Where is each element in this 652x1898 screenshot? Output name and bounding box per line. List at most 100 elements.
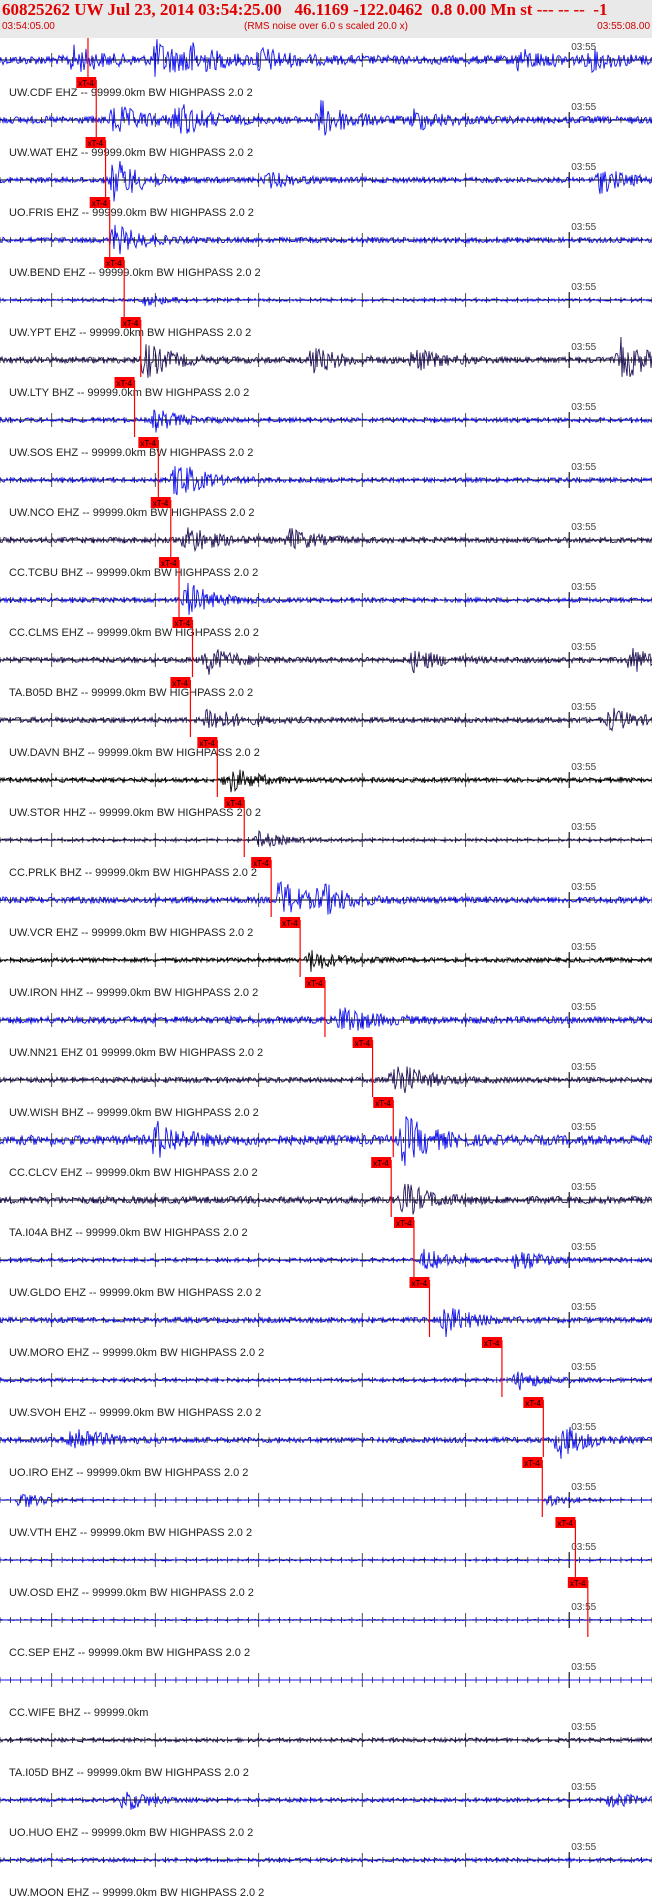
station-label: CC.PRLK BHZ -- 99999.0km BW HIGHPASS 2.0… — [9, 867, 257, 879]
pick-label: xT-4 — [199, 739, 215, 748]
waveform — [0, 950, 652, 972]
station-label: CC.SEP EHZ -- 99999.0km BW HIGHPASS 2.0 … — [9, 1647, 250, 1659]
waveform — [0, 336, 652, 378]
pick-label: xT-4 — [161, 559, 177, 568]
waveform — [0, 769, 652, 793]
pick-label: xT-4 — [92, 199, 108, 208]
pick-label: xT-4 — [484, 1339, 500, 1348]
pick-label: xT-4 — [411, 1279, 427, 1288]
station-label: UW.STOR HHZ -- 99999.0km BW HIGHPASS 2.0… — [9, 807, 261, 819]
pick-label: xT-4 — [106, 259, 122, 268]
time-tick-label: 03:55 — [571, 342, 596, 353]
station-label: TA.I05D BHZ -- 99999.0km BW HIGHPASS 2.0… — [9, 1767, 249, 1779]
time-tick-label: 03:55 — [571, 882, 596, 893]
waveform — [0, 39, 652, 77]
pick-label: xT-4 — [226, 799, 242, 808]
time-tick-label: 03:55 — [571, 1002, 596, 1013]
station-label: UW.BEND EHZ -- 99999.0km BW HIGHPASS 2.0… — [9, 267, 261, 279]
pick-label: xT-4 — [557, 1519, 573, 1528]
trace-row: 03:55 CC.WIFE BHZ -- 99999.0km — [0, 1662, 652, 1719]
time-tick-label: 03:55 — [571, 1842, 596, 1853]
station-label: UW.LTY BHZ -- 99999.0km BW HIGHPASS 2.0 … — [9, 387, 249, 399]
pick-label: xT-4 — [78, 79, 94, 88]
time-tick-label: 03:55 — [571, 642, 596, 653]
time-tick-label: 03:55 — [571, 702, 596, 713]
waveform — [0, 161, 652, 202]
trace-row: 03:55 UW.MOON EHZ -- 99999.0km BW HIGHPAS… — [0, 1842, 652, 1898]
pick-label: xT-4 — [570, 1579, 586, 1588]
time-tick-label: 03:55 — [571, 102, 596, 113]
time-tick-label: 03:55 — [571, 222, 596, 233]
time-tick-label: 03:55 — [571, 1182, 596, 1193]
time-tick-label: 03:55 — [571, 282, 596, 293]
time-tick-label: 03:55 — [571, 522, 596, 533]
waveform — [0, 880, 652, 915]
waveform — [0, 1371, 652, 1391]
pick-label: xT-4 — [307, 979, 323, 988]
station-label: UW.CDF EHZ -- 99999.0km BW HIGHPASS 2.0 … — [9, 87, 253, 99]
time-tick-label: 03:55 — [571, 822, 596, 833]
time-tick-label: 03:55 — [571, 1362, 596, 1373]
station-label: UW.WAT EHZ -- 99999.0km BW HIGHPASS 2.0 … — [9, 147, 253, 159]
waveform — [0, 1426, 652, 1459]
waveform — [0, 1007, 652, 1031]
station-label: CC.WIFE BHZ -- 99999.0km — [9, 1707, 148, 1719]
pick-label: xT-4 — [88, 139, 104, 148]
waveform — [0, 1308, 652, 1338]
station-label: CC.CLCV EHZ -- 99999.0km BW HIGHPASS 2.0… — [9, 1167, 258, 1179]
station-label: UW.MORO EHZ -- 99999.0km BW HIGHPASS 2.0… — [9, 1347, 264, 1359]
station-label: UW.NN21 EHZ 01 99999.0km BW HIGHPASS 2.0… — [9, 1047, 263, 1059]
seismogram-plot: 03:55 UW.CDF EHZ -- 99999.0km BW HIGHPASS… — [0, 38, 652, 1898]
pick-label: xT-4 — [153, 499, 169, 508]
station-label: CC.CLMS EHZ -- 99999.0km BW HIGHPASS 2.0… — [9, 627, 259, 639]
record-header: 60825262 UW Jul 23, 2014 03:54:25.00 46.… — [0, 0, 652, 38]
waveform — [0, 830, 652, 848]
time-tick-label: 03:55 — [571, 762, 596, 773]
waveform — [0, 466, 652, 496]
station-label: UW.NCO EHZ -- 99999.0km BW HIGHPASS 2.0 … — [9, 507, 255, 519]
pick-label: xT-4 — [123, 319, 139, 328]
time-tick-label: 03:55 — [571, 1602, 596, 1613]
waveform — [0, 100, 652, 136]
station-label: UW.DAVN BHZ -- 99999.0km BW HIGHPASS 2.0… — [9, 747, 260, 759]
time-tick-label: 03:55 — [571, 1722, 596, 1733]
trace-row: 03:55 UW.CDF EHZ -- 99999.0km BW HIGHPASS… — [0, 38, 652, 99]
waveform — [0, 527, 652, 553]
station-label: UW.VTH EHZ -- 99999.0km BW HIGHPASS 2.0 … — [9, 1527, 252, 1539]
station-label: UW.IRON HHZ -- 99999.0km BW HIGHPASS 2.0… — [9, 987, 258, 999]
waveform — [0, 1493, 652, 1508]
station-label: UO.IRO EHZ -- 99999.0km BW HIGHPASS 2.0 … — [9, 1467, 248, 1479]
event-title: 60825262 UW Jul 23, 2014 03:54:25.00 46.… — [2, 0, 608, 19]
time-tick-label: 03:55 — [571, 1122, 596, 1133]
waveform — [0, 1791, 652, 1810]
trace-row: 03:55 UO.HUO EHZ -- 99999.0km BW HIGHPASS… — [0, 1782, 652, 1839]
station-label: UW.VCR EHZ -- 99999.0km BW HIGHPASS 2.0 … — [9, 927, 253, 939]
time-tick-label: 03:55 — [571, 1062, 596, 1073]
time-tick-label: 03:55 — [571, 1482, 596, 1493]
time-tick-label: 03:55 — [571, 1662, 596, 1673]
trace-row: 03:55 TA.I05D BHZ -- 99999.0km BW HIGHPAS… — [0, 1722, 652, 1779]
station-label: UW.SVOH EHZ -- 99999.0km BW HIGHPASS 2.0… — [9, 1407, 261, 1419]
station-label: UW.GLDO EHZ -- 99999.0km BW HIGHPASS 2.0… — [9, 1287, 261, 1299]
time-tick-label: 03:55 — [571, 42, 596, 53]
time-tick-label: 03:55 — [571, 1242, 596, 1253]
time-tick-label: 03:55 — [571, 582, 596, 593]
station-label: UW.YPT EHZ -- 99999.0km BW HIGHPASS 2.0 … — [9, 327, 251, 339]
waveform — [0, 582, 652, 615]
pick-label: xT-4 — [396, 1219, 412, 1228]
pick-label: xT-4 — [525, 1399, 541, 1408]
station-label: UW.WISH BHZ -- 99999.0km BW HIGHPASS 2.0… — [9, 1107, 259, 1119]
station-label: CC.TCBU BHZ -- 99999.0km BW HIGHPASS 2.0… — [9, 567, 258, 579]
pick-label: xT-4 — [172, 679, 188, 688]
waveform — [0, 295, 652, 307]
station-label: TA.B05D BHZ -- 99999.0km BW HIGHPASS 2.0… — [9, 687, 253, 699]
time-tick-label: 03:55 — [571, 1782, 596, 1793]
time-tick-label: 03:55 — [571, 942, 596, 953]
waveform — [0, 409, 652, 433]
waveform — [0, 1856, 652, 1864]
waveform — [0, 647, 652, 675]
pick-label: xT-4 — [140, 439, 156, 448]
pick-label: xT-4 — [117, 379, 133, 388]
end-time: 03:55:08.00 — [597, 21, 650, 32]
waveform — [0, 1248, 652, 1270]
